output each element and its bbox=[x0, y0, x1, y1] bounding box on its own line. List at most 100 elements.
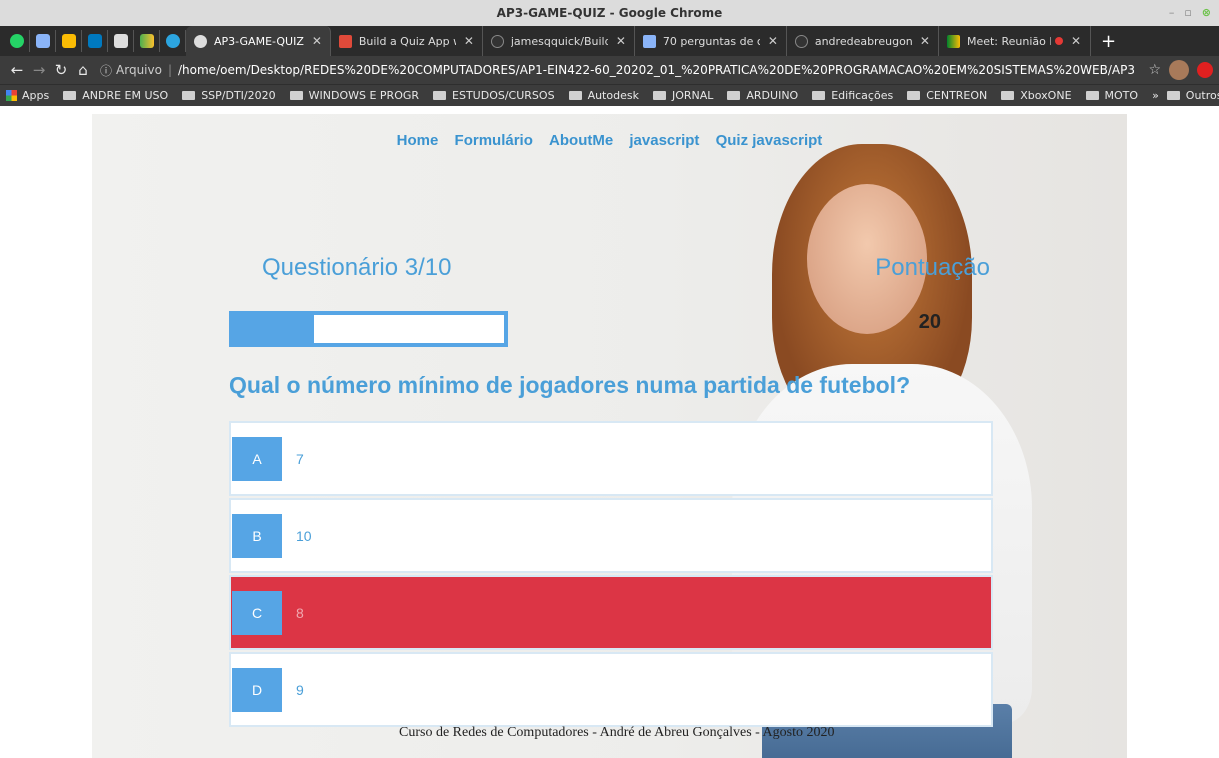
bookmark-folder[interactable]: MOTO bbox=[1085, 89, 1139, 102]
tab-meet[interactable]: Meet: Reunião Ir ✕ bbox=[939, 26, 1091, 56]
tab-ap3-game-quiz[interactable]: AP3-GAME-QUIZ ✕ bbox=[186, 26, 331, 56]
bookmark-folder[interactable]: ESTUDOS/CURSOS bbox=[433, 89, 555, 102]
new-tab-button[interactable]: + bbox=[1091, 31, 1126, 52]
tab-github-andre[interactable]: andredeabreugonca ✕ bbox=[787, 26, 939, 56]
quiz-page: Home Formulário AboutMe javascript Quiz … bbox=[92, 114, 1127, 758]
pinned-tab-trello[interactable] bbox=[82, 30, 108, 52]
pinned-tab-telegram[interactable] bbox=[160, 30, 186, 52]
choice-text: 8 bbox=[296, 604, 304, 621]
tab-label: Meet: Reunião Ir bbox=[966, 34, 1051, 48]
window-controls: – ▫ ⊗ bbox=[1169, 0, 1211, 26]
trello-icon bbox=[87, 34, 102, 48]
address-separator: | bbox=[167, 63, 172, 77]
contacts-icon bbox=[35, 34, 50, 48]
tab-build-quiz[interactable]: Build a Quiz App witl ✕ bbox=[331, 26, 483, 56]
nav-home[interactable]: Home bbox=[397, 132, 439, 149]
bookmark-label: ESTUDOS/CURSOS bbox=[452, 89, 555, 102]
tab-label: 70 perguntas de con bbox=[662, 34, 760, 48]
close-tab-icon[interactable]: ✕ bbox=[1071, 34, 1081, 48]
site-icon bbox=[338, 34, 352, 48]
tab-github-quiz[interactable]: jamesqquick/Build-A ✕ bbox=[483, 26, 635, 56]
bookmark-apps[interactable]: Apps bbox=[6, 89, 49, 102]
pinned-tab-trello-2[interactable] bbox=[108, 30, 134, 52]
toolbar: ← → ↻ ⌂ ⓘ Arquivo | /home/oem/Desktop/RE… bbox=[0, 56, 1219, 84]
nav-quiz-javascript[interactable]: Quiz javascript bbox=[716, 132, 823, 149]
close-tab-icon[interactable]: ✕ bbox=[464, 34, 474, 48]
folder-icon bbox=[652, 91, 666, 100]
choice-d[interactable]: D 9 bbox=[229, 652, 993, 727]
window-title: AP3-GAME-QUIZ - Google Chrome bbox=[496, 6, 723, 20]
bookmark-folder[interactable]: CENTREON bbox=[907, 89, 987, 102]
forward-icon[interactable]: → bbox=[28, 61, 50, 79]
pinned-tab-keep[interactable] bbox=[56, 30, 82, 52]
tab-perguntas[interactable]: 70 perguntas de con ✕ bbox=[635, 26, 787, 56]
folder-icon bbox=[907, 91, 921, 100]
address-input[interactable]: ⓘ Arquivo | /home/oem/Desktop/REDES%20DE… bbox=[100, 59, 1135, 81]
reload-icon[interactable]: ↻ bbox=[50, 61, 72, 79]
choice-prefix: C bbox=[232, 590, 282, 635]
bookmark-other-favorites[interactable]: Outros favoritos bbox=[1166, 89, 1219, 102]
bookmark-folder[interactable]: Edificações bbox=[812, 89, 893, 102]
close-tab-icon[interactable]: ✕ bbox=[616, 34, 626, 48]
choice-text: 10 bbox=[296, 527, 312, 544]
score-value: 20 bbox=[918, 311, 941, 333]
close-tab-icon[interactable]: ✕ bbox=[312, 34, 322, 48]
nav-formulario[interactable]: Formulário bbox=[455, 132, 533, 149]
maximize-icon[interactable]: ▫ bbox=[1184, 0, 1191, 26]
folder-icon bbox=[63, 91, 77, 100]
choice-a[interactable]: A 7 bbox=[229, 421, 993, 496]
pinned-tab-contacts[interactable] bbox=[30, 30, 56, 52]
progress-bar-fill bbox=[233, 315, 315, 343]
whatsapp-icon bbox=[9, 34, 24, 48]
bookmark-folder[interactable]: WINDOWS E PROGR bbox=[289, 89, 419, 102]
close-window-icon[interactable]: ⊗ bbox=[1202, 0, 1211, 26]
back-icon[interactable]: ← bbox=[6, 61, 28, 79]
bookmark-folder[interactable]: ARDUINO bbox=[727, 89, 798, 102]
bookmark-folder[interactable]: XboxONE bbox=[1001, 89, 1072, 102]
bookmark-folder[interactable]: Autodesk bbox=[568, 89, 639, 102]
choice-text: 7 bbox=[296, 450, 304, 467]
minimize-icon[interactable]: – bbox=[1169, 0, 1175, 26]
folder-icon bbox=[727, 91, 741, 100]
bookmark-label: CENTREON bbox=[926, 89, 988, 102]
keep-icon bbox=[61, 34, 76, 48]
pinned-tab-extension[interactable] bbox=[134, 30, 160, 52]
tab-label: Build a Quiz App witl bbox=[358, 34, 456, 48]
close-tab-icon[interactable]: ✕ bbox=[768, 34, 778, 48]
tab-label: jamesqquick/Build-A bbox=[510, 34, 608, 48]
address-scheme: Arquivo bbox=[116, 63, 162, 77]
choice-b[interactable]: B 10 bbox=[229, 498, 993, 573]
folder-icon bbox=[1085, 91, 1099, 100]
choice-c[interactable]: C 8 bbox=[229, 575, 993, 650]
bookmark-folder[interactable]: JORNAL bbox=[652, 89, 713, 102]
site-nav: Home Formulário AboutMe javascript Quiz … bbox=[92, 132, 1127, 149]
meet-icon bbox=[946, 34, 960, 48]
home-icon[interactable]: ⌂ bbox=[72, 61, 94, 79]
page-footer: Curso de Redes de Computadores - André d… bbox=[399, 725, 835, 740]
bookmark-label: Autodesk bbox=[587, 89, 639, 102]
extension-icon[interactable] bbox=[1197, 62, 1213, 78]
nav-aboutme[interactable]: AboutMe bbox=[549, 132, 613, 149]
pinned-tab-whatsapp[interactable] bbox=[4, 30, 30, 52]
bookmark-folder[interactable]: ANDRE EM USO bbox=[63, 89, 168, 102]
folder-icon bbox=[1001, 91, 1015, 100]
bookmarks-more-button[interactable]: » bbox=[1152, 89, 1159, 102]
github-icon bbox=[794, 34, 808, 48]
tab-label: AP3-GAME-QUIZ bbox=[214, 34, 304, 48]
bookmark-folder[interactable]: SSP/DTI/2020 bbox=[182, 89, 276, 102]
trello-board-icon bbox=[113, 34, 128, 48]
score-label: Pontuação bbox=[875, 254, 990, 281]
recording-icon bbox=[1054, 37, 1063, 45]
github-icon bbox=[490, 34, 504, 48]
info-icon[interactable]: ⓘ bbox=[100, 62, 112, 79]
question-counter: Questionário 3/10 bbox=[262, 254, 452, 281]
bookmark-label: MOTO bbox=[1104, 89, 1139, 102]
telegram-icon bbox=[165, 34, 180, 48]
profile-avatar[interactable] bbox=[1169, 60, 1189, 80]
nav-javascript[interactable]: javascript bbox=[629, 132, 699, 149]
close-tab-icon[interactable]: ✕ bbox=[920, 34, 930, 48]
choice-prefix: D bbox=[232, 667, 282, 712]
bookmarks-bar: Apps ANDRE EM USO SSP/DTI/2020 WINDOWS E… bbox=[0, 84, 1219, 106]
address-url: /home/oem/Desktop/REDES%20DE%20COMPUTADO… bbox=[178, 63, 1135, 77]
bookmark-star-icon[interactable]: ☆ bbox=[1148, 62, 1161, 78]
